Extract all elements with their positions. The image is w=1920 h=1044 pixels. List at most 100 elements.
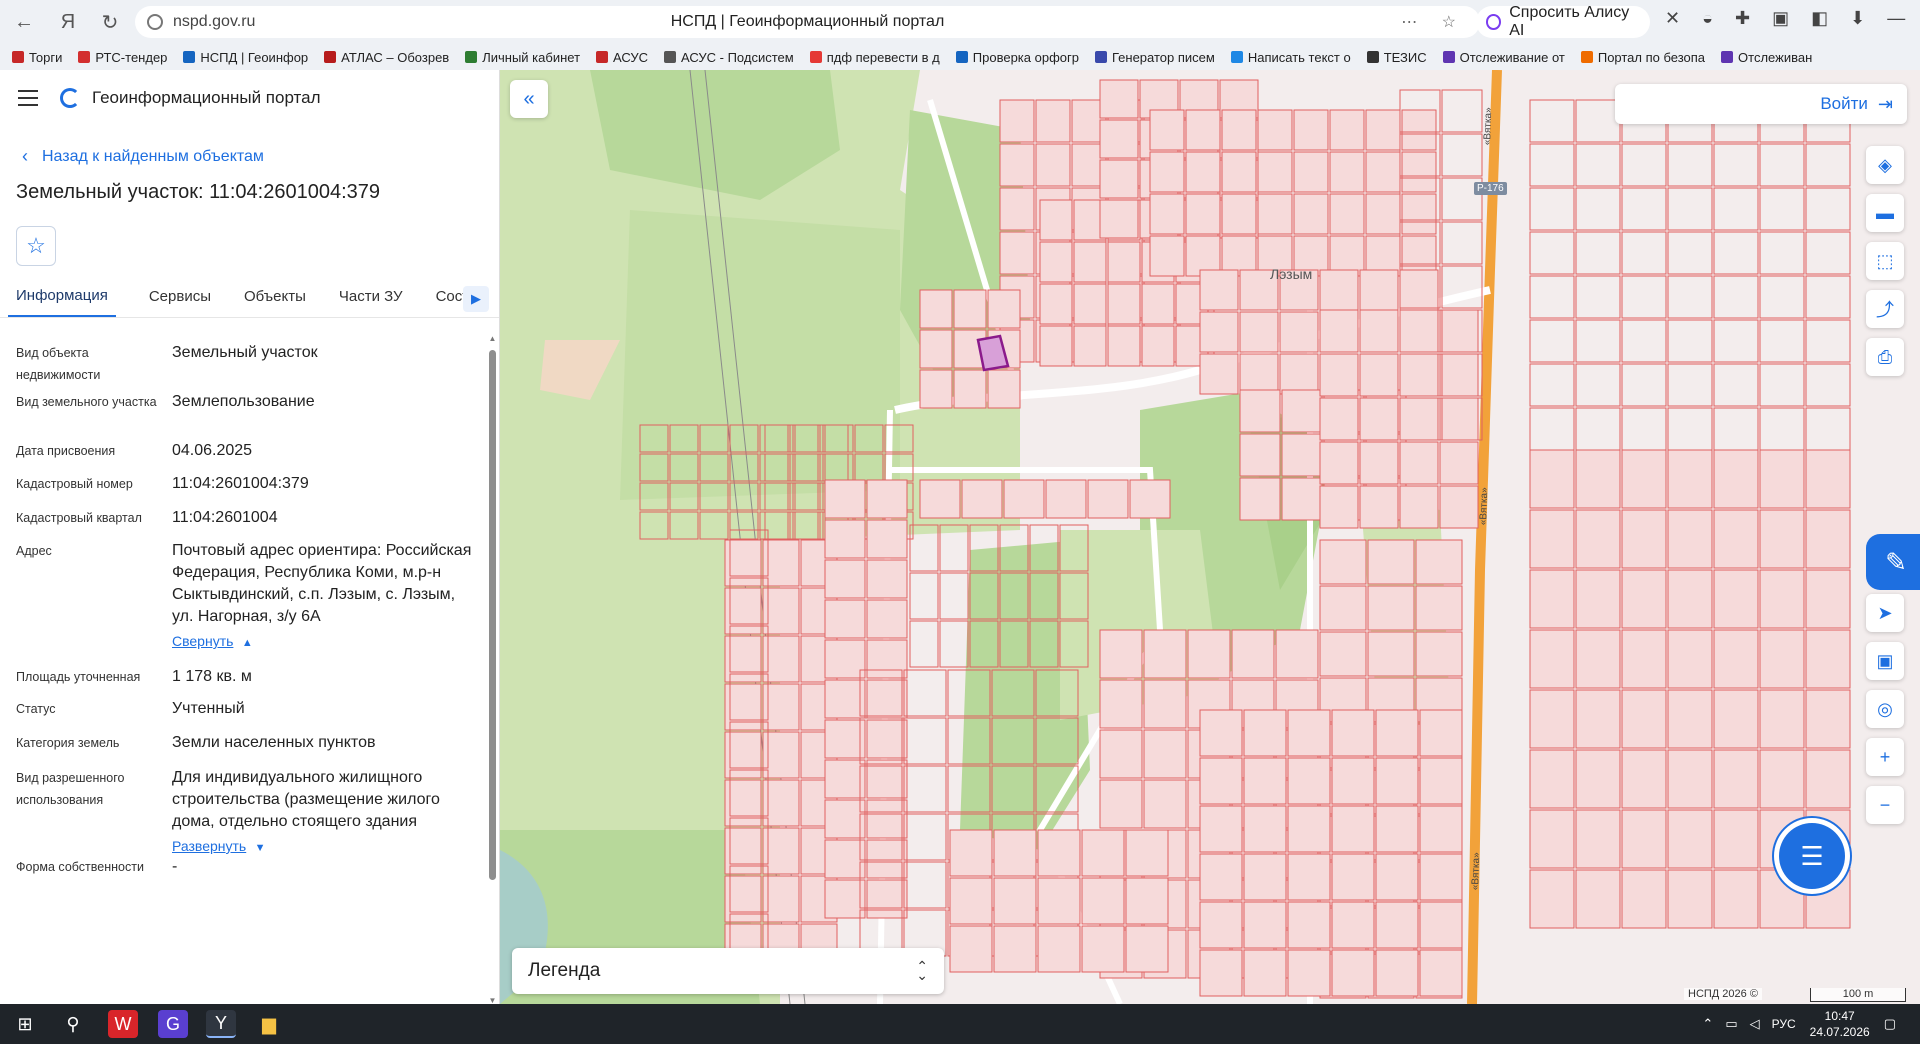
parcel[interactable]: [1187, 629, 1231, 679]
parcel[interactable]: [1375, 949, 1419, 997]
search-icon[interactable]: ⚲: [58, 1010, 88, 1038]
panel-scrollbar[interactable]: ▲ ▼: [488, 334, 497, 1004]
parcel[interactable]: [1037, 829, 1081, 877]
parcel[interactable]: [1375, 757, 1419, 805]
parcel[interactable]: [1529, 449, 1575, 509]
parcel[interactable]: [1149, 151, 1185, 193]
parcel[interactable]: [993, 877, 1037, 925]
parcel[interactable]: [1073, 283, 1107, 325]
parcel[interactable]: [1185, 193, 1221, 235]
parcel[interactable]: [1319, 539, 1367, 585]
parcel[interactable]: [1331, 949, 1375, 997]
parcel[interactable]: [1529, 689, 1575, 749]
parcel[interactable]: [1399, 441, 1439, 485]
parcel[interactable]: [866, 599, 908, 639]
parcel[interactable]: [866, 719, 908, 759]
back-arrow-icon[interactable]: ←: [4, 2, 44, 42]
parcel[interactable]: [1805, 629, 1851, 689]
parcel[interactable]: [1367, 631, 1415, 677]
collections-icon[interactable]: ▣: [1772, 8, 1789, 29]
parcel[interactable]: [1759, 629, 1805, 689]
parcel[interactable]: [1805, 509, 1851, 569]
parcel[interactable]: [1365, 109, 1401, 151]
parcel[interactable]: [1099, 199, 1139, 239]
parcel[interactable]: [1529, 869, 1575, 929]
parcel[interactable]: [1329, 193, 1365, 235]
extension-icon[interactable]: ◒: [1702, 8, 1713, 29]
parcel[interactable]: [1081, 829, 1125, 877]
parcel[interactable]: [1805, 449, 1851, 509]
parcel[interactable]: [1257, 193, 1293, 235]
parcel[interactable]: [999, 143, 1035, 187]
parcel[interactable]: [949, 877, 993, 925]
scrollbar-thumb[interactable]: [489, 350, 496, 880]
bookmark-item[interactable]: Портал по безопа: [1580, 50, 1705, 65]
collapse-address-link[interactable]: Свернуть: [172, 633, 233, 649]
legend-dropdown[interactable]: Легенда ⌃ ⌄: [512, 948, 944, 994]
parcel[interactable]: [1279, 311, 1319, 353]
parcel[interactable]: [1419, 757, 1463, 805]
parcel[interactable]: [866, 519, 908, 559]
parcel[interactable]: [1359, 269, 1399, 311]
parcel[interactable]: [1143, 779, 1187, 829]
parcel[interactable]: [1415, 631, 1463, 677]
parcel[interactable]: [1231, 629, 1275, 679]
scroll-down-icon[interactable]: ▼: [488, 996, 497, 1004]
ruler-icon[interactable]: ▬: [1866, 194, 1904, 232]
parcel[interactable]: [1073, 325, 1107, 367]
parcel[interactable]: [824, 839, 866, 879]
parcel[interactable]: [1805, 749, 1851, 809]
parcel[interactable]: [1575, 629, 1621, 689]
parcel[interactable]: [1759, 569, 1805, 629]
parcel[interactable]: [1141, 283, 1175, 325]
layers-icon[interactable]: ◈: [1866, 146, 1904, 184]
parcel[interactable]: [1221, 151, 1257, 193]
parcel[interactable]: [1621, 869, 1667, 929]
parcel[interactable]: [1039, 283, 1073, 325]
parcel[interactable]: [999, 187, 1035, 231]
parcel[interactable]: [1319, 269, 1359, 311]
parcel[interactable]: [949, 829, 993, 877]
parcel[interactable]: [1243, 805, 1287, 853]
parcel[interactable]: [1243, 709, 1287, 757]
reload-icon[interactable]: ↻: [90, 2, 130, 42]
site-info-icon[interactable]: [147, 14, 163, 30]
parcel[interactable]: [1045, 479, 1087, 519]
parcel[interactable]: [1331, 757, 1375, 805]
chat-button[interactable]: ☰: [1779, 823, 1845, 889]
parcel[interactable]: [1759, 509, 1805, 569]
minimap-icon[interactable]: ▣: [1866, 642, 1904, 680]
parcel[interactable]: [866, 479, 908, 519]
parcel[interactable]: [1003, 479, 1045, 519]
parcel[interactable]: [1107, 325, 1141, 367]
expand-use-link[interactable]: Развернуть: [172, 838, 246, 854]
parcel[interactable]: [1621, 749, 1667, 809]
parcel[interactable]: [1319, 309, 1359, 353]
parcel[interactable]: [1399, 397, 1439, 441]
parcel[interactable]: [1375, 709, 1419, 757]
assistant-button[interactable]: ✎: [1866, 534, 1920, 590]
back-to-results-link[interactable]: ‹ Назад к найденным объектам: [22, 146, 499, 167]
parcel[interactable]: [1419, 901, 1463, 949]
parcel[interactable]: [1039, 241, 1073, 283]
parcel[interactable]: [866, 799, 908, 839]
parcel[interactable]: [1199, 853, 1243, 901]
parcel[interactable]: [1319, 397, 1359, 441]
parcel[interactable]: [1039, 325, 1073, 367]
parcel[interactable]: [1199, 269, 1239, 311]
parcel[interactable]: [1199, 353, 1239, 395]
parcel[interactable]: [1415, 585, 1463, 631]
extension-icon[interactable]: ◧: [1811, 8, 1828, 29]
tabs-scroll-right-icon[interactable]: ▶: [463, 286, 489, 312]
parcel[interactable]: [1331, 853, 1375, 901]
parcel[interactable]: [919, 479, 961, 519]
notifications-icon[interactable]: ▢: [1884, 1016, 1896, 1032]
parcel[interactable]: [1281, 477, 1323, 521]
parcel[interactable]: [1713, 689, 1759, 749]
parcel[interactable]: [1243, 757, 1287, 805]
parcel[interactable]: [866, 879, 908, 919]
parcel[interactable]: [1359, 353, 1399, 397]
parcel[interactable]: [1287, 709, 1331, 757]
parcel[interactable]: [1099, 629, 1143, 679]
parcel[interactable]: [1107, 283, 1141, 325]
